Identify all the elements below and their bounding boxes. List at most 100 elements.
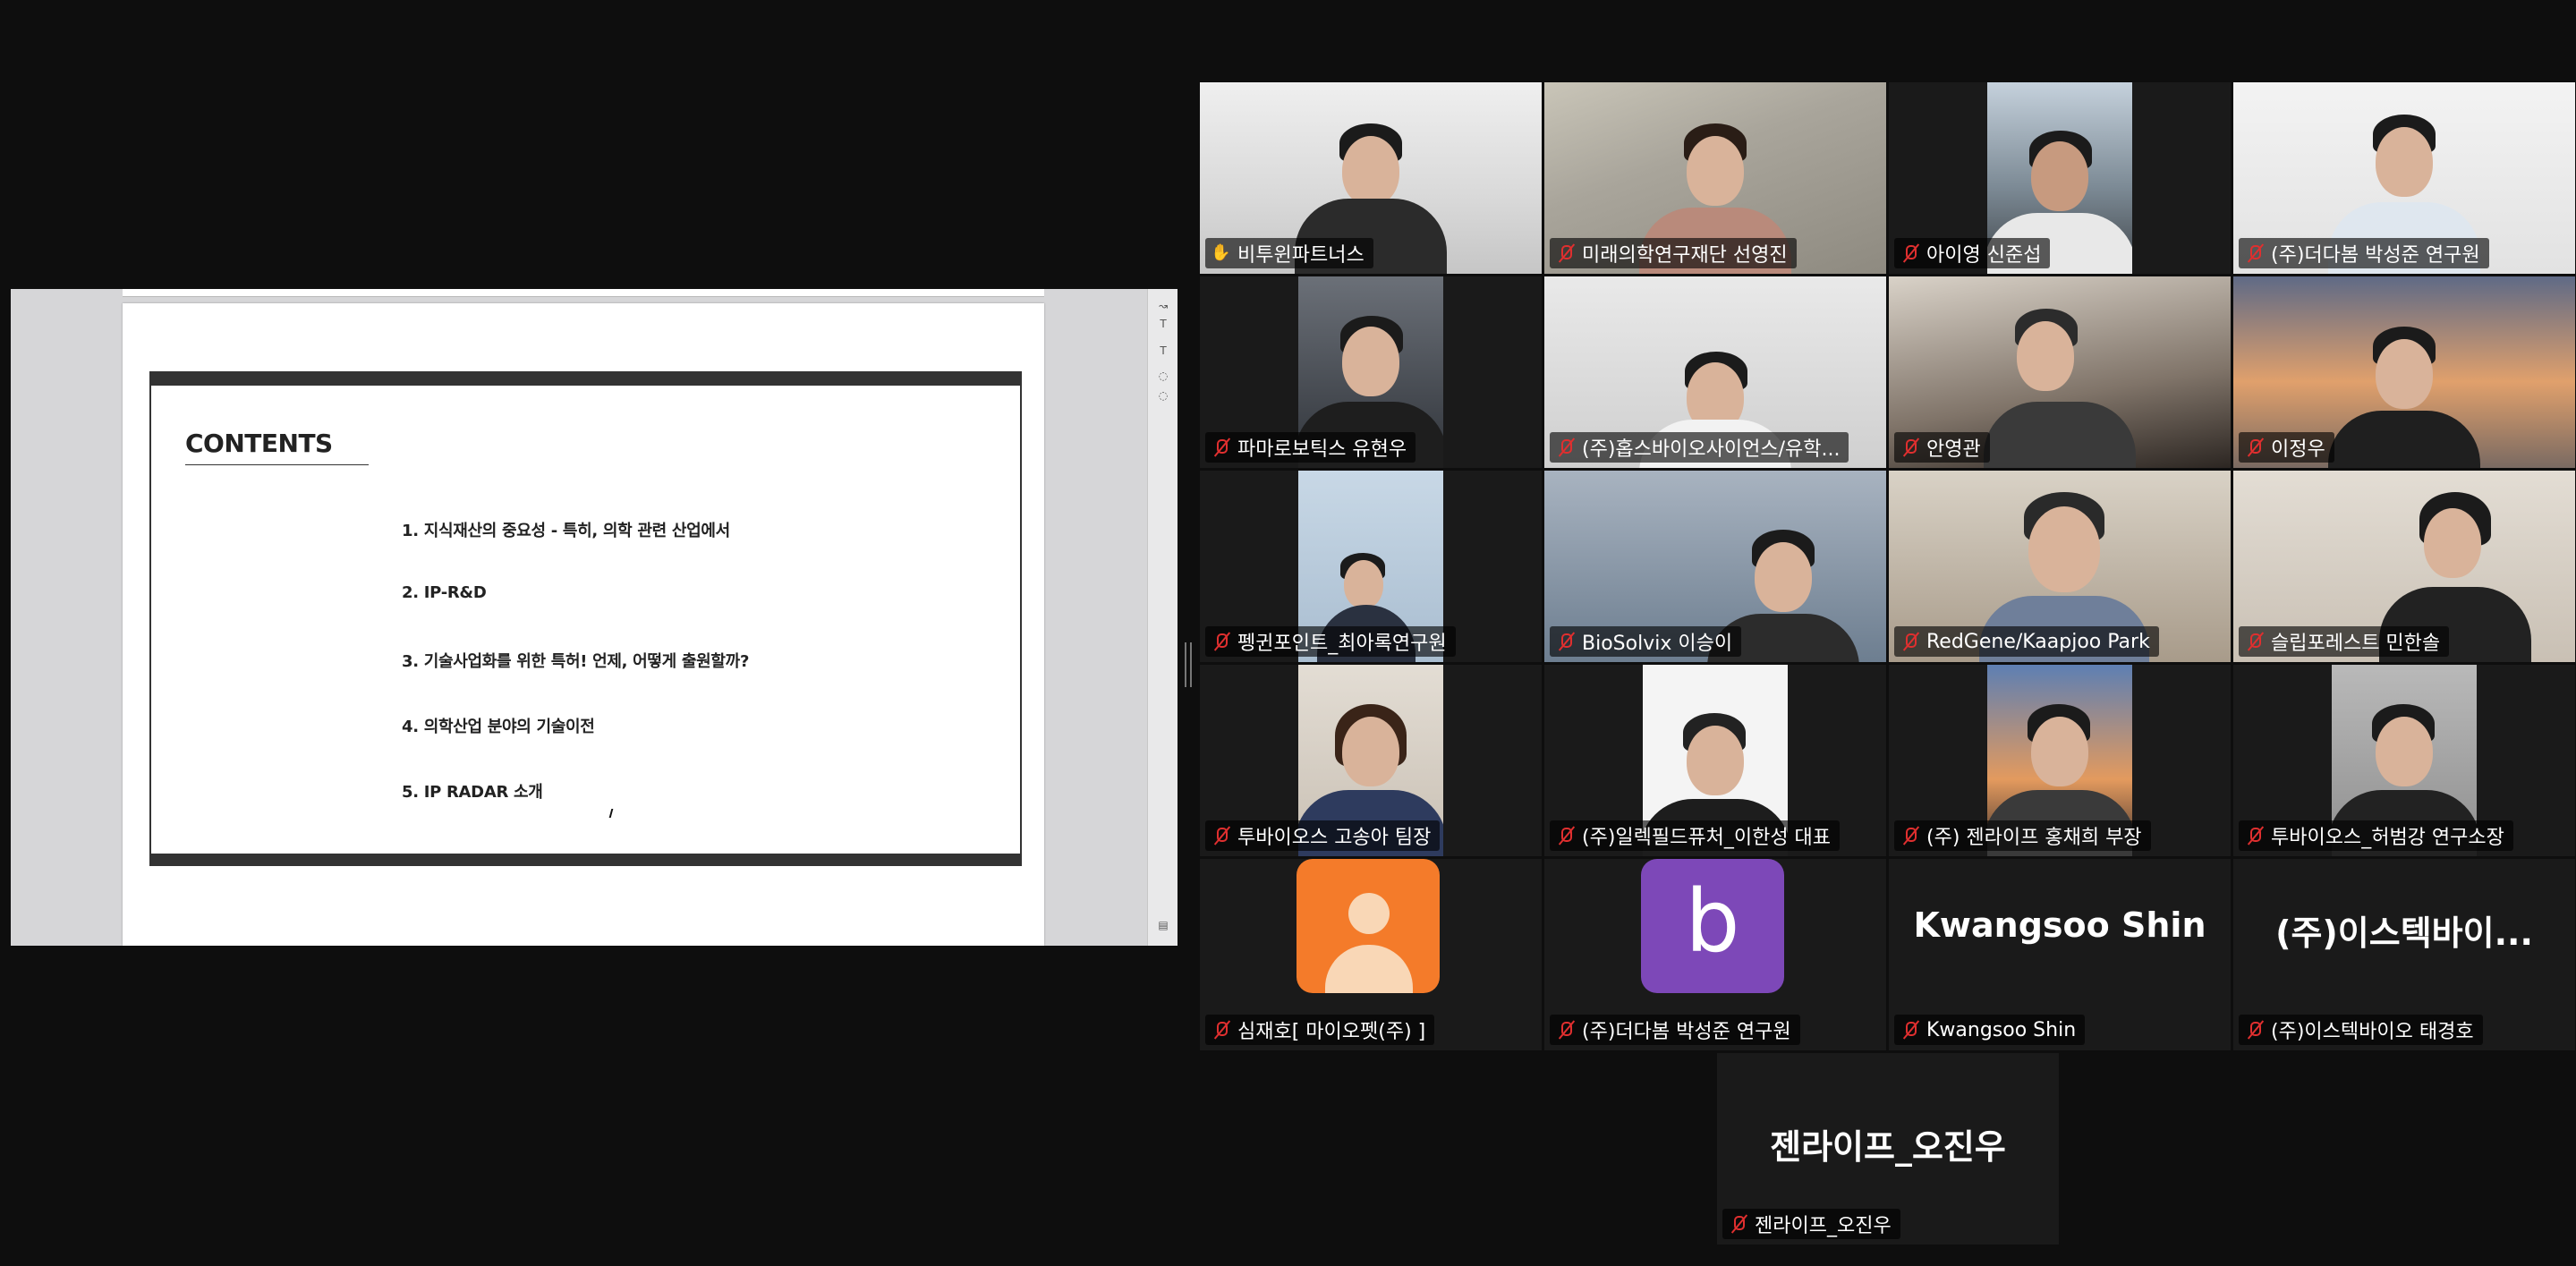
text-icon[interactable]: T (1157, 319, 1169, 329)
participant-display-name: Kwangsoo Shin (1913, 905, 2206, 945)
person-icon (1348, 893, 1390, 934)
participant-name-tag: 이정우 (2239, 432, 2334, 463)
participant-tile[interactable]: (주)홉스바이오사이언스/유학... (1544, 276, 1886, 468)
participant-name-tag: 투바이오스 고송아 팀장 (1205, 820, 1441, 851)
slide-top-bar (151, 373, 1020, 386)
mic-muted-icon (1728, 1214, 1748, 1234)
mic-muted-icon (2244, 1020, 2265, 1040)
mic-muted-icon (2244, 826, 2265, 845)
mic-muted-icon (1900, 243, 1920, 263)
participant-tile[interactable]: 파마로보틱스 유현우 (1200, 276, 1542, 468)
participant-name: 심재호[ 마이오펫(주) ] (1237, 1021, 1426, 1043)
comment-icon[interactable]: ◌ (1157, 370, 1169, 381)
participant-name-tag: BioSolvix 이승이 (1550, 626, 1742, 657)
participant-name-tag: 젠라이프_오진우 (1722, 1209, 1900, 1239)
video-gallery: ✋ 비투윈파트너스 미래의학연구재단 선영진 아이영 신준섭 (주)더다봄 박성… (1200, 82, 2576, 1245)
participant-name: 이정우 (2271, 438, 2325, 461)
mic-muted-icon (2244, 438, 2265, 457)
document-page: CONTENTS 1. 지식재산의 중요성 - 특히, 의학 관련 산업에서 2… (123, 303, 1044, 946)
mic-muted-icon (1900, 438, 1920, 457)
participant-name: 펭귄포인트_최아록연구원 (1237, 633, 1447, 655)
mic-muted-icon (1555, 438, 1576, 457)
toc-item-2: 2. IP-R&D (402, 583, 487, 602)
mic-muted-icon (1211, 632, 1231, 651)
participant-tile[interactable]: 투바이오스_허범강 연구소장 (2233, 665, 2575, 856)
participant-display-name: (주)이스텍바이... (2275, 913, 2533, 953)
participant-tile[interactable]: 투바이오스 고송아 팀장 (1200, 665, 1542, 856)
participant-tile[interactable]: BioSolvix 이승이 (1544, 471, 1886, 662)
toc-item-3: 3. 기술사업화를 위한 특허! 언제, 어떻게 출원할까? (402, 652, 750, 671)
mic-muted-icon (2244, 243, 2265, 263)
mic-muted-icon (1555, 632, 1576, 651)
document-side-toolbar: ↝ T T ◌ ◌ ▤ (1147, 289, 1177, 946)
mic-muted-icon (1900, 632, 1920, 651)
split-view-resize-handle[interactable] (1185, 642, 1192, 687)
participant-name-tag: 미래의학연구재단 선영진 (1550, 238, 1797, 268)
participant-name: Kwangsoo Shin (1926, 1018, 2077, 1041)
participant-tile[interactable]: (주)더다봄 박성준 연구원 (2233, 82, 2575, 274)
participant-name: 파마로보틱스 유현우 (1237, 438, 1407, 461)
participant-tile[interactable]: (주)이스텍바이... (주)이스텍바이오 태경호 (2233, 859, 2575, 1050)
avatar: b (1641, 859, 1784, 993)
raised-hand-icon: ✋ (1211, 243, 1231, 262)
participant-tile[interactable]: Kwangsoo Shin Kwangsoo Shin (1889, 859, 2231, 1050)
participant-name: RedGene/Kaapjoo Park (1926, 630, 2150, 653)
previous-page-edge (123, 289, 1044, 297)
participant-tile[interactable]: 심재호[ 마이오펫(주) ] (1200, 859, 1542, 1050)
mic-muted-icon (1211, 438, 1231, 457)
slide: CONTENTS 1. 지식재산의 중요성 - 특히, 의학 관련 산업에서 2… (149, 371, 1022, 866)
participant-name: (주)일렉필드퓨처_이한성 대표 (1582, 827, 1832, 849)
mic-muted-icon (1555, 243, 1576, 263)
text-icon[interactable]: T (1157, 345, 1169, 356)
participant-name: (주) 젠라이프 홍채희 부장 (1926, 827, 2142, 849)
avatar (1297, 859, 1440, 993)
participant-name: 아이영 신준섭 (1926, 244, 2042, 267)
participant-name: 슬립포레스트 민한솔 (2271, 633, 2441, 655)
participant-name: (주)더다봄 박성준 연구원 (2271, 244, 2480, 267)
participant-name-tag: (주)일렉필드퓨처_이한성 대표 (1550, 820, 1841, 851)
participant-name-tag: 안영관 (1894, 432, 1990, 463)
participant-tile[interactable]: 아이영 신준섭 (1889, 82, 2231, 274)
participant-name-tag: RedGene/Kaapjoo Park (1894, 626, 2159, 657)
participant-name: (주)홉스바이오사이언스/유학... (1582, 438, 1841, 461)
toc-item-5: 5. IP RADAR 소개 (402, 783, 543, 802)
comment-icon[interactable]: ◌ (1157, 390, 1169, 401)
slide-title: CONTENTS (185, 429, 333, 458)
participant-tile[interactable]: 펭귄포인트_최아록연구원 (1200, 471, 1542, 662)
participant-tile[interactable]: 미래의학연구재단 선영진 (1544, 82, 1886, 274)
participant-tile[interactable]: 이정우 (2233, 276, 2575, 468)
shared-screen: CONTENTS 1. 지식재산의 중요성 - 특히, 의학 관련 산업에서 2… (11, 289, 1177, 946)
participant-tile[interactable]: 젠라이프_오진우 젠라이프_오진우 (1717, 1053, 2059, 1245)
page-icon[interactable]: ▤ (1157, 920, 1169, 930)
participant-name: 투바이오스_허범강 연구소장 (2271, 827, 2504, 849)
participant-name: BioSolvix 이승이 (1582, 633, 1733, 655)
participant-name: (주)더다봄 박성준 연구원 (1582, 1021, 1791, 1043)
slide-bottom-bar (151, 854, 1020, 864)
participant-name-tag: (주)홉스바이오사이언스/유학... (1550, 432, 1849, 463)
mic-muted-icon (1211, 1020, 1231, 1040)
mic-muted-icon (2244, 632, 2265, 651)
participant-tile[interactable]: b (주)더다봄 박성준 연구원 (1544, 859, 1886, 1050)
participant-name-tag: 심재호[ 마이오펫(주) ] (1205, 1015, 1435, 1045)
mic-muted-icon (1211, 826, 1231, 845)
participant-name-tag: (주) 젠라이프 홍채희 부장 (1894, 820, 2151, 851)
participant-tile[interactable]: 안영관 (1889, 276, 2231, 468)
participant-name-tag: ✋ 비투윈파트너스 (1205, 238, 1373, 268)
avatar-letter: b (1685, 871, 1740, 972)
participant-tile[interactable]: RedGene/Kaapjoo Park (1889, 471, 2231, 662)
participant-name-tag: (주)더다봄 박성준 연구원 (2239, 238, 2489, 268)
participant-name-tag: 투바이오스_허범강 연구소장 (2239, 820, 2513, 851)
participant-name: 투바이오스 고송아 팀장 (1237, 827, 1432, 849)
toc-item-4: 4. 의학산업 분야의 기술이전 (402, 718, 595, 736)
title-underline (185, 464, 369, 465)
share-icon[interactable]: ↝ (1157, 301, 1169, 311)
participant-name-tag: 펭귄포인트_최아록연구원 (1205, 626, 1456, 657)
participant-tile[interactable]: 슬립포레스트 민한솔 (2233, 471, 2575, 662)
participant-tile-active-speaker[interactable]: ✋ 비투윈파트너스 (1200, 82, 1542, 274)
participant-tile[interactable]: (주)일렉필드퓨처_이한성 대표 (1544, 665, 1886, 856)
participant-video (2315, 321, 2494, 468)
participant-tile[interactable]: (주) 젠라이프 홍채희 부장 (1889, 665, 2231, 856)
participant-name-tag: (주)이스텍바이오 태경호 (2239, 1015, 2483, 1045)
mic-muted-icon (1555, 826, 1576, 845)
participant-name-tag: 파마로보틱스 유현우 (1205, 432, 1416, 463)
